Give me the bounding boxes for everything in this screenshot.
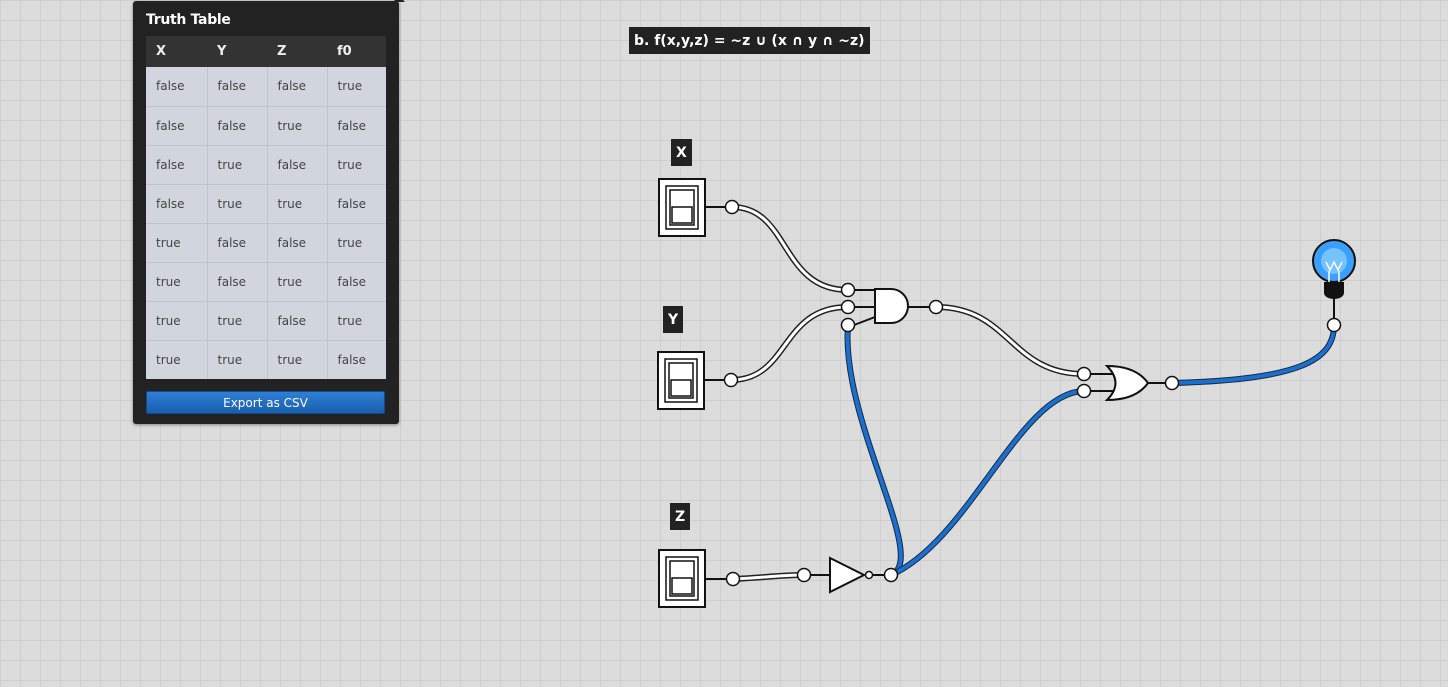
not-gate[interactable] (809, 556, 886, 594)
table-cell: true (146, 223, 208, 263)
table-cell: false (207, 223, 268, 263)
wire-notz-or[interactable] (888, 388, 1087, 578)
table-cell: true (207, 301, 268, 341)
formula-label[interactable]: b. f(x,y,z) = ~z ∪ (x ∩ y ∩ ~z) (629, 27, 870, 54)
table-cell: true (207, 184, 268, 224)
wire-or-bulb[interactable] (1169, 322, 1337, 386)
table-cell: false (267, 67, 328, 107)
switch-z[interactable] (658, 549, 728, 608)
node-and-out[interactable] (928, 299, 944, 315)
truth-table-panel: Truth Table X Y Z f0 false false false t… (133, 0, 405, 424)
and-gate[interactable] (853, 288, 930, 326)
node-not-out[interactable] (883, 567, 899, 583)
truth-table: X Y Z f0 false false false true false fa… (146, 36, 386, 379)
switch-x[interactable] (658, 178, 727, 237)
column-header: f0 (327, 36, 386, 67)
table-cell: true (267, 340, 328, 379)
node-bulb-in[interactable] (1326, 317, 1342, 333)
or-gate[interactable] (1090, 364, 1167, 402)
table-row: false false true false (146, 106, 386, 146)
wire-notz-and[interactable] (844, 322, 904, 578)
light-bulb[interactable] (1312, 239, 1356, 319)
switch-y[interactable] (657, 351, 726, 410)
table-row: true true true false (146, 340, 386, 379)
column-header: X (146, 36, 207, 67)
table-row: false false false true (146, 67, 386, 107)
table-cell: false (327, 106, 386, 146)
table-row: true false false true (146, 223, 386, 263)
truth-table-header-row: X Y Z f0 (146, 36, 386, 67)
table-cell: false (327, 340, 386, 379)
switch-z-label[interactable]: Z (670, 503, 691, 530)
table-cell: false (146, 145, 208, 185)
node-and-in1[interactable] (840, 282, 856, 298)
node-or-in1[interactable] (1076, 366, 1092, 382)
export-csv-button[interactable]: Export as CSV (146, 391, 385, 414)
table-cell: true (327, 145, 386, 185)
table-cell: false (267, 223, 328, 263)
table-cell: true (267, 106, 328, 146)
table-cell: false (207, 67, 268, 107)
column-header: Y (207, 36, 267, 67)
table-cell: false (207, 262, 268, 302)
table-row: false true true false (146, 184, 386, 224)
table-row: true true false true (146, 301, 386, 341)
panel-pointer (393, 0, 405, 2)
node-or-out[interactable] (1164, 375, 1180, 391)
table-cell: true (146, 340, 208, 379)
table-cell: false (146, 184, 208, 224)
table-cell: true (146, 301, 208, 341)
table-cell: false (327, 184, 386, 224)
table-cell: false (327, 262, 386, 302)
table-cell: false (267, 301, 328, 341)
node-or-in2[interactable] (1076, 383, 1092, 399)
switch-y-label[interactable]: Y (663, 306, 684, 333)
node-not-in[interactable] (796, 567, 812, 583)
wire-x-and[interactable] (729, 204, 851, 293)
column-header: Z (267, 36, 327, 67)
table-row: true false true false (146, 262, 386, 302)
table-cell: true (327, 67, 386, 107)
table-cell: false (146, 106, 208, 146)
node-y-out[interactable] (723, 372, 739, 388)
table-cell: true (146, 262, 208, 302)
table-cell: false (146, 67, 208, 107)
node-z-out[interactable] (725, 571, 741, 587)
truth-table-title: Truth Table (146, 12, 231, 28)
node-and-in3[interactable] (840, 317, 856, 333)
table-row: false true false true (146, 145, 386, 185)
wire-y-and[interactable] (728, 304, 851, 383)
table-cell: true (267, 262, 328, 302)
table-cell: true (207, 340, 268, 379)
table-cell: true (327, 301, 386, 341)
node-and-in2[interactable] (840, 299, 856, 315)
switch-x-label[interactable]: X (671, 139, 692, 166)
table-cell: false (267, 145, 328, 185)
node-x-out[interactable] (724, 199, 740, 215)
table-cell: true (327, 223, 386, 263)
table-cell: false (207, 106, 268, 146)
table-cell: true (267, 184, 328, 224)
table-cell: true (207, 145, 268, 185)
